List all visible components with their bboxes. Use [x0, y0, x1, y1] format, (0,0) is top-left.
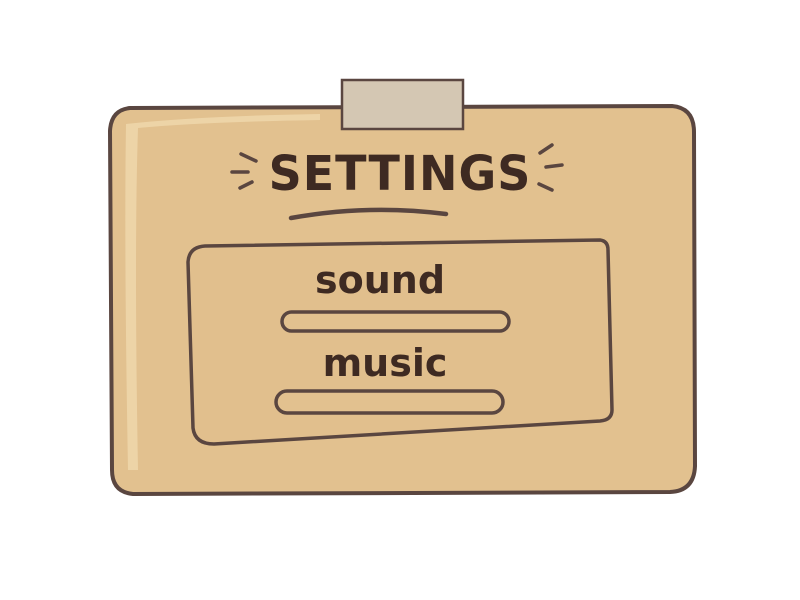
- music-slider[interactable]: [274, 389, 505, 415]
- music-label: music: [322, 341, 448, 385]
- tape: [340, 78, 465, 131]
- sound-slider[interactable]: [280, 310, 511, 333]
- settings-title: SETTINGS: [268, 144, 532, 202]
- sound-label: sound: [314, 258, 446, 302]
- game-settings-screen: SETTINGS sound music: [0, 0, 800, 600]
